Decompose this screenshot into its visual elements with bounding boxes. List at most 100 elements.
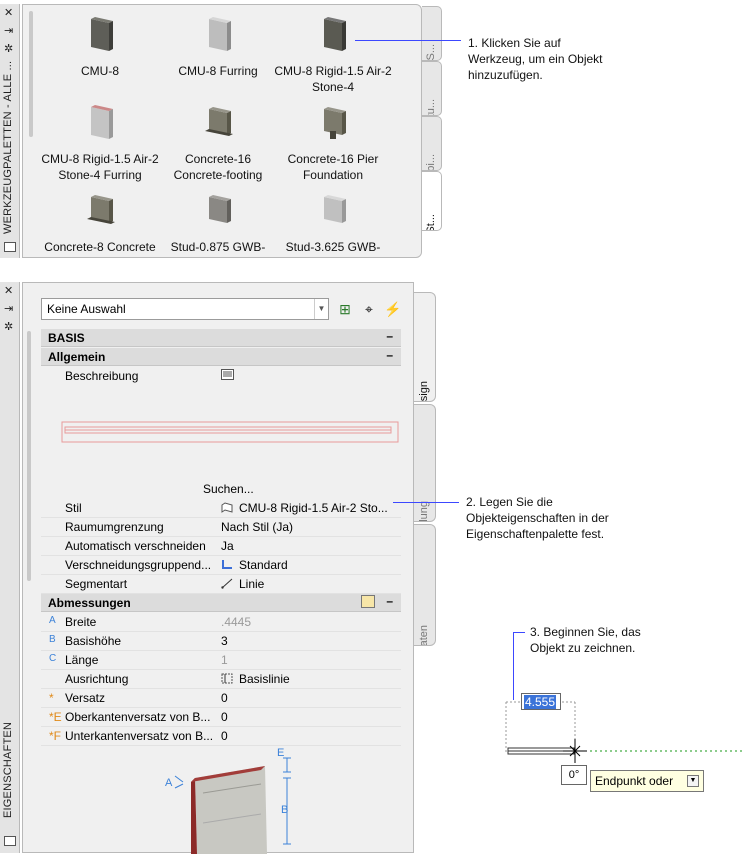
section-title: BASIS: [48, 331, 85, 345]
settings-icon[interactable]: ✲: [4, 322, 13, 333]
tab-label: Wall St...: [425, 214, 437, 230]
property-value: 0: [221, 691, 228, 705]
cmu-8-rigid-stone-wall-icon: [324, 17, 346, 51]
collapse-icon[interactable]: –: [386, 348, 393, 362]
property-label: Breite: [65, 615, 97, 629]
tool-item[interactable]: CMU-8 Rigid-1.5 Air-2 Stone-4: [273, 15, 393, 95]
section-basis[interactable]: BASIS –: [41, 329, 401, 347]
property-value: Nach Stil (Ja): [221, 520, 294, 534]
palette-properties-icon[interactable]: [4, 836, 16, 846]
tool-palette-title: WERKZEUGPALETTEN - ALLE ...: [2, 60, 14, 234]
command-prompt-tooltip[interactable]: Endpunkt oder ▼: [590, 770, 704, 792]
property-row[interactable]: Stil CMU-8 Rigid-1.5 Air-2 Sto...: [41, 499, 401, 518]
properties-title: EIGENSCHAFTEN: [2, 721, 14, 818]
chevron-down-icon[interactable]: ▼: [314, 299, 328, 319]
property-row[interactable]: B Basishöhe 3: [41, 632, 401, 651]
tool-item[interactable]: CMU-8 Rigid-1.5 Air-2 Stone-4 Furring: [40, 103, 160, 183]
search-link[interactable]: Suchen...: [203, 482, 254, 496]
properties-scrollbar[interactable]: [27, 331, 31, 581]
tab-label: Furnitu...: [425, 99, 437, 115]
tab-furniture[interactable]: Furnitu...: [422, 61, 442, 116]
property-row[interactable]: Raumumgrenzung Nach Stil (Ja): [41, 518, 401, 537]
close-icon[interactable]: ✕: [4, 286, 13, 297]
properties-palette: ✕ ⇥ ✲ EIGENSCHAFTEN Keine Auswahl ▼ ⊞ ⌖ …: [0, 282, 436, 854]
collapse-icon[interactable]: –: [386, 329, 393, 343]
tab-label: Darstellung: [418, 501, 430, 521]
property-row[interactable]: *F Unterkantenversatz von B... 0: [41, 727, 401, 746]
section-abmessungen[interactable]: Abmessungen –: [41, 594, 401, 612]
diagram-label-e: E: [277, 748, 284, 759]
collapse-icon[interactable]: –: [386, 594, 393, 608]
chevron-down-icon[interactable]: ▼: [687, 775, 699, 787]
cleanup-group-icon: [222, 560, 232, 569]
tab-darstellung[interactable]: Darstellung: [414, 404, 436, 522]
line-segment-icon: [221, 578, 233, 589]
stud-0875-wall-icon: [209, 195, 231, 223]
property-label: Basishöhe: [65, 634, 122, 648]
palette-properties-icon[interactable]: [4, 242, 16, 252]
property-value: Basislinie: [239, 672, 290, 686]
property-row[interactable]: A Breite .4445: [41, 613, 401, 632]
property-row[interactable]: Segmentart Linie: [41, 575, 401, 594]
quick-select-icon[interactable]: ⚡: [383, 299, 403, 319]
style-icon: [221, 502, 233, 513]
concrete-8-wall-icon: [87, 195, 115, 224]
property-row-beschreibung[interactable]: Beschreibung: [41, 367, 401, 386]
tool-label: Stud-3.625 GWB-: [285, 240, 381, 254]
dimension-key: C: [49, 653, 57, 664]
section-allgemein[interactable]: Allgemein –: [41, 348, 401, 366]
tab-wall-styles[interactable]: Wall St...: [422, 171, 442, 231]
cmu-8-rigid-stone-furring-wall-icon: [91, 105, 113, 139]
tool-palette-scrollbar[interactable]: [29, 11, 33, 137]
description-edit-icon[interactable]: [221, 369, 399, 383]
property-row[interactable]: Verschneidungsgruppend... Standard: [41, 556, 401, 575]
tool-label: Concrete-16 Concrete-footing: [173, 152, 263, 182]
justification-icon: [221, 673, 233, 684]
tool-item[interactable]: Concrete-8 Concrete: [40, 191, 160, 255]
settings-icon[interactable]: ✲: [4, 44, 13, 55]
property-label: Länge: [65, 653, 99, 667]
property-label: Stil: [65, 501, 82, 515]
tool-label: CMU-8: [81, 64, 119, 78]
property-row[interactable]: Automatisch verschneiden Ja: [41, 537, 401, 556]
autohide-icon[interactable]: ⇥: [4, 26, 13, 37]
close-icon[interactable]: ✕: [4, 8, 13, 19]
tool-item[interactable]: Concrete-16 Concrete-footing: [158, 103, 278, 183]
property-row[interactable]: *E Oberkantenversatz von B... 0: [41, 708, 401, 727]
callout-line: [513, 632, 525, 633]
cmu-8-furring-wall-icon: [209, 17, 231, 51]
property-row[interactable]: * Versatz 0: [41, 689, 401, 708]
pick-objects-icon[interactable]: ⌖: [359, 299, 379, 319]
properties-titlebar[interactable]: ✕ ⇥ ✲ EIGENSCHAFTEN: [0, 282, 20, 853]
property-label: Automatisch verschneiden: [65, 539, 206, 553]
tab-plumbing[interactable]: Plumbi...: [422, 116, 442, 171]
dimension-key: A: [49, 615, 56, 626]
tool-item[interactable]: Stud-0.875 GWB-: [158, 191, 278, 255]
tool-item[interactable]: CMU-8: [40, 15, 160, 79]
tool-item[interactable]: Stud-3.625 GWB-: [273, 191, 393, 255]
tool-item[interactable]: CMU-8 Furring: [158, 15, 278, 79]
property-label: Raumumgrenzung: [65, 520, 164, 534]
property-value: Linie: [239, 577, 265, 591]
tool-item[interactable]: Concrete-16 Pier Foundation: [273, 103, 393, 183]
property-label: Segmentart: [65, 577, 128, 591]
tab-door[interactable]: Door S...: [422, 6, 442, 61]
tool-palette: ✕ ⇥ ✲ WERKZEUGPALETTEN - ALLE ... CMU-8 …: [0, 0, 442, 260]
wall-style-preview: [61, 421, 399, 443]
dimension-image-icon[interactable]: [361, 595, 375, 608]
property-row[interactable]: C Länge 1: [41, 651, 401, 670]
tool-label: CMU-8 Furring: [178, 64, 258, 78]
dynamic-input-value: 4.555: [524, 695, 557, 709]
dimension-key: *: [49, 691, 54, 705]
autohide-icon[interactable]: ⇥: [4, 304, 13, 315]
property-label: Unterkantenversatz von B...: [65, 729, 214, 743]
tab-design[interactable]: Design: [414, 292, 436, 402]
property-label: Verschneidungsgruppend...: [65, 558, 212, 572]
property-row[interactable]: Ausrichtung Basislinie: [41, 670, 401, 689]
tool-palette-titlebar[interactable]: ✕ ⇥ ✲ WERKZEUGPALETTEN - ALLE ...: [0, 4, 20, 258]
tab-erweiterte-daten[interactable]: Erweiterte Daten: [414, 524, 436, 646]
add-selected-icon[interactable]: ⊞: [335, 299, 355, 319]
selection-dropdown[interactable]: Keine Auswahl ▼: [41, 298, 329, 320]
dynamic-input-field[interactable]: 4.555: [521, 693, 561, 710]
stud-3625-wall-icon: [324, 195, 346, 223]
